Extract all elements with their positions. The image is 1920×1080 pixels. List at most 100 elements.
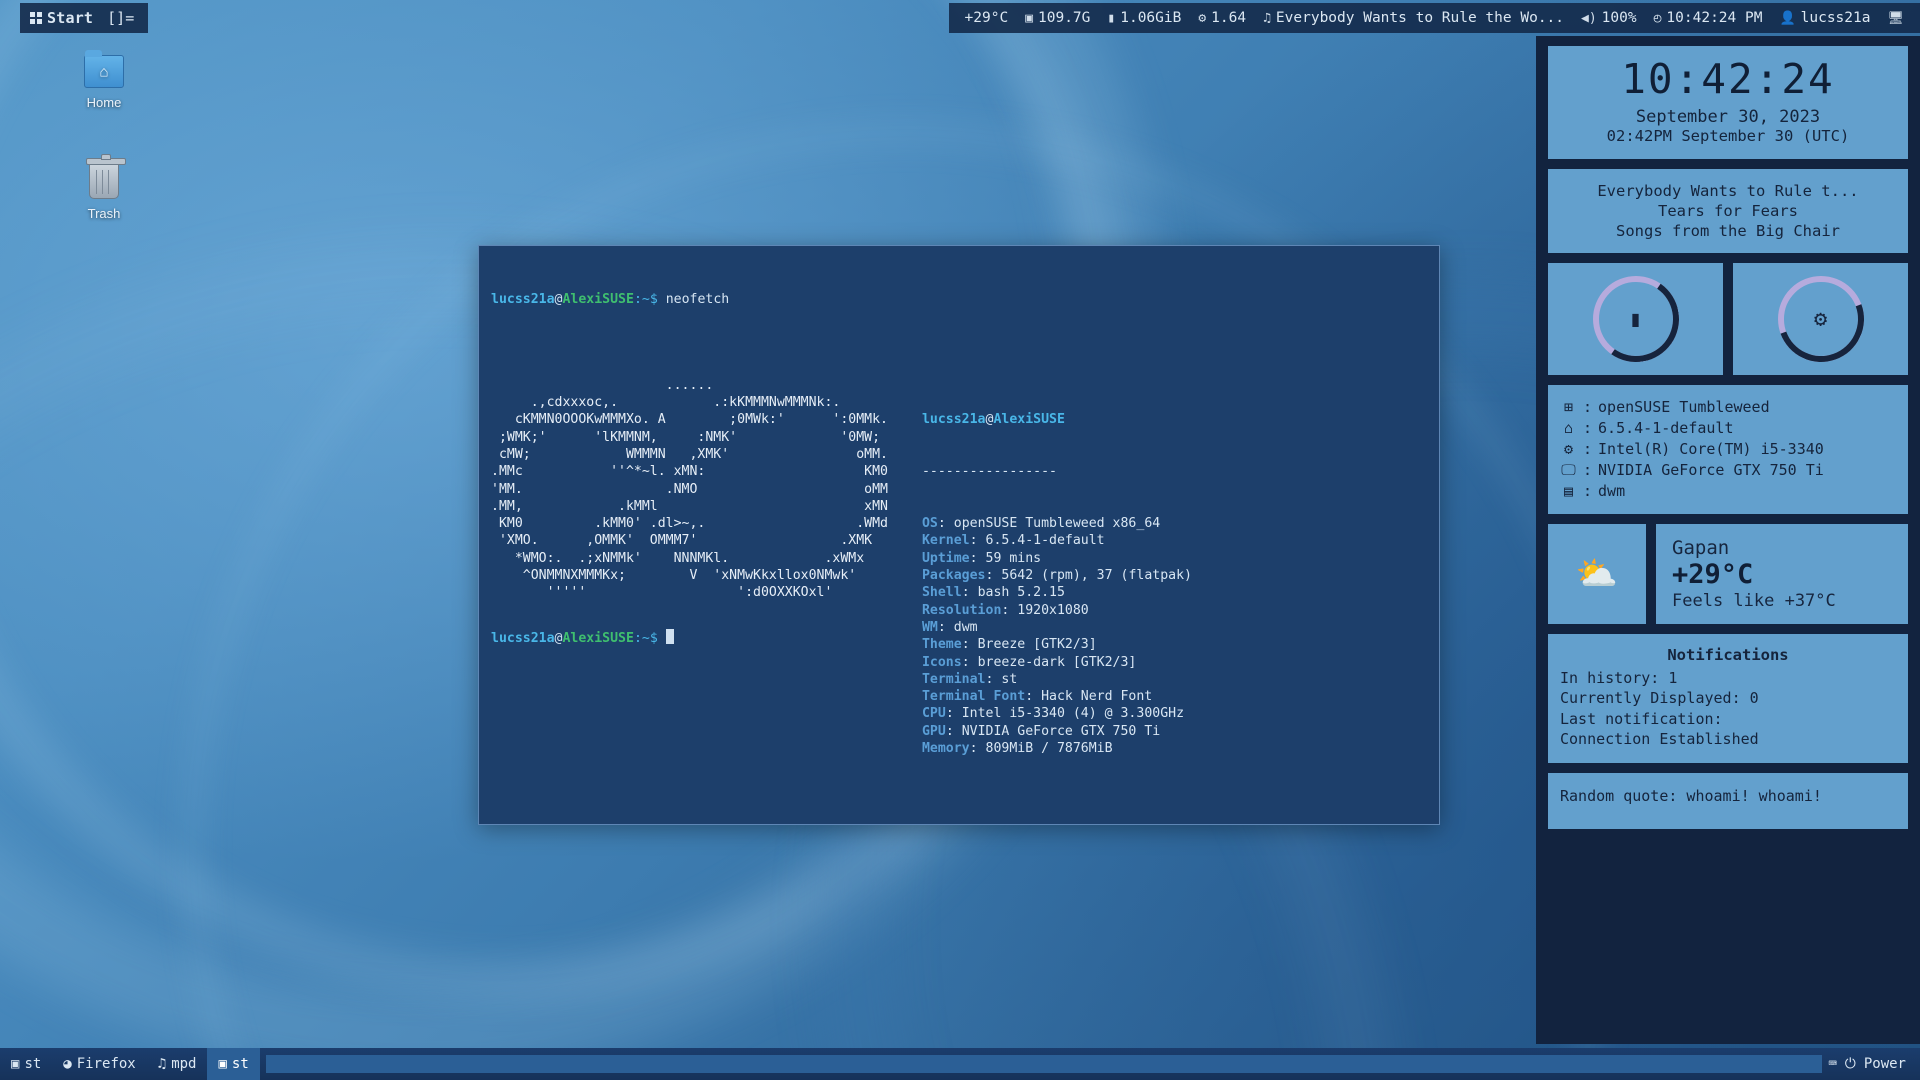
neofetch-row-sep: : <box>969 741 986 757</box>
power-button[interactable]: ⌨ ⏻ Power <box>1828 1056 1920 1072</box>
status-user[interactable]: 👤 lucss21a <box>1779 10 1870 26</box>
notifications-in-history: In history: 1 <box>1560 668 1678 687</box>
neofetch-row-sep: : <box>961 585 978 601</box>
gpu-icon: 🖵 <box>1561 461 1576 480</box>
music-album: Songs from the Big Chair <box>1616 222 1840 241</box>
taskbar-st-active[interactable]: ▣ st <box>207 1048 260 1080</box>
music-note-icon: ♫ <box>157 1056 167 1072</box>
desktop-icon-trash[interactable]: Trash <box>58 154 150 221</box>
status-music[interactable]: ♫ Everybody Wants to Rule the Wo... <box>1263 10 1564 26</box>
tray-icon: ⌨ <box>1828 1056 1837 1072</box>
taskbar-mpd[interactable]: ♫ mpd <box>147 1048 208 1080</box>
quote-text: Random quote: whoami! whoami! <box>1560 786 1822 805</box>
cpu-icon: ⚙ <box>1813 306 1828 332</box>
neofetch-row: Memory: 809MiB / 7876MiB <box>922 740 1192 757</box>
taskbar-mpd-label: mpd <box>171 1056 197 1072</box>
bottom-taskbar: ▣ st ◕ Firefox ♫ mpd ▣ st ⌨ ⏻ Power <box>0 1048 1920 1080</box>
status-cpu-label: 1.64 <box>1211 10 1247 26</box>
system-info-sep: : <box>1583 440 1593 459</box>
start-grid-icon <box>30 12 42 24</box>
status-memory[interactable]: ▮ 1.06GiB <box>1107 10 1181 26</box>
neofetch-output: ...... .,cdxxxoc,. .:kKMMMNwMMMNk:. cKMM… <box>491 377 1427 824</box>
memory-gauge: ▮ <box>1548 263 1723 376</box>
neofetch-row-sep: : <box>1001 602 1018 618</box>
tag-indicator[interactable]: []= <box>107 9 134 27</box>
neofetch-row-sep: : <box>969 533 986 549</box>
neofetch-row-value: openSUSE Tumbleweed x86_64 <box>953 516 1161 532</box>
power-label: Power <box>1863 1056 1906 1072</box>
neofetch-row-value: bash 5.2.15 <box>977 585 1065 601</box>
system-info-row: ⚙: Intel(R) Core(TM) i5-3340 <box>1560 439 1896 460</box>
neofetch-row-value: 6.5.4-1-default <box>985 533 1105 549</box>
neofetch-row-value: Breeze [GTK2/3] <box>977 637 1097 653</box>
sun-behind-cloud-icon: ⛅ <box>1548 524 1646 625</box>
neofetch-row-sep: : <box>961 637 978 653</box>
status-user-label: lucss21a <box>1800 10 1871 26</box>
neofetch-info-column: lucss21a@AlexiSUSE ----------------- OS:… <box>922 377 1192 824</box>
notifications-last-value: Connection Established <box>1560 730 1759 749</box>
system-info-row: ▤: dwm <box>1560 481 1896 502</box>
neofetch-title: lucss21a@AlexiSUSE <box>922 411 1192 428</box>
prompt2-path: :~$ <box>633 631 658 646</box>
status-temperature[interactable]: +29°C <box>965 10 1009 26</box>
volume-icon: ◀) <box>1581 10 1597 26</box>
taskbar-st[interactable]: ▣ st <box>0 1048 52 1080</box>
start-button[interactable]: Start <box>30 9 93 27</box>
clock-utc: 02:42PM September 30 (UTC) <box>1606 127 1850 146</box>
gauges-panel: ▮ ⚙ <box>1548 261 1908 377</box>
status-volume[interactable]: ◀) 100% <box>1581 10 1637 26</box>
neofetch-row-value: 1920x1080 <box>1017 602 1089 618</box>
neofetch-row-key: Terminal <box>921 671 986 687</box>
status-temperature-label: +29°C <box>964 10 1009 26</box>
display-icon: 🖥 <box>1887 10 1904 26</box>
desktop-icon-home[interactable]: ⌂ Home <box>58 50 150 110</box>
neofetch-row-key: Theme <box>921 637 962 653</box>
neofetch-row-sep: : <box>961 654 978 670</box>
firefox-icon: ◕ <box>63 1056 72 1072</box>
status-display[interactable]: 🖥 <box>1887 11 1904 26</box>
cpu-gauge: ⚙ <box>1733 261 1908 377</box>
weather-text: Gapan +29°C Feels like +37°C <box>1656 524 1908 625</box>
status-disk[interactable]: ▣ 109.7G <box>1025 10 1090 26</box>
neofetch-row-value: st <box>1001 671 1018 687</box>
system-info-value: dwm <box>1598 482 1626 501</box>
trash-icon <box>86 154 126 199</box>
neofetch-row-value: Intel i5-3340 (4) @ 3.300GHz <box>961 706 1185 722</box>
wm-icon: ▤ <box>1563 482 1574 501</box>
cpu-icon: ⚙ <box>1198 10 1207 26</box>
neofetch-row-value: breeze-dark [GTK2/3] <box>977 654 1137 670</box>
status-clock-label: 10:42:24 PM <box>1666 10 1763 26</box>
neofetch-row-key: Uptime <box>921 550 970 566</box>
music-artist: Tears for Fears <box>1658 202 1798 221</box>
neofetch-row-key: WM <box>921 619 938 635</box>
neofetch-row: Kernel: 6.5.4-1-default <box>922 532 1192 549</box>
taskbar-firefox[interactable]: ◕ Firefox <box>52 1048 146 1080</box>
music-note-icon: ♫ <box>1263 10 1271 26</box>
status-volume-label: 100% <box>1601 10 1637 26</box>
home-icon: ⌂ <box>84 50 124 88</box>
weather-temperature: +29°C <box>1672 559 1754 591</box>
status-disk-label: 109.7G <box>1038 10 1091 26</box>
neofetch-row-value: NVIDIA GeForce GTX 750 Ti <box>961 723 1161 739</box>
neofetch-row-sep: : <box>937 619 954 635</box>
neofetch-row: Terminal: st <box>922 671 1192 688</box>
neofetch-row-key: Terminal Font <box>921 689 1026 705</box>
music-panel: Everybody Wants to Rule t... Tears for F… <box>1548 169 1908 254</box>
neofetch-row-value: Hack Nerd Font <box>1041 689 1153 705</box>
system-info-row: ⊞: openSUSE Tumbleweed <box>1560 397 1896 418</box>
desktop-icon-trash-label: Trash <box>87 206 121 221</box>
notifications-last-label: Last notification: <box>1560 709 1723 728</box>
neofetch-row-value: 809MiB / 7876MiB <box>985 741 1113 757</box>
status-clock[interactable]: ◴ 10:42:24 PM <box>1654 10 1763 26</box>
topbar-left-group: Start []= <box>20 3 149 33</box>
top-status-bar: Start []= +29°C ▣ 109.7G ▮ 1.06GiB ⚙ 1.6… <box>0 0 1920 36</box>
terminal-window[interactable]: lucss21a@AlexiSUSE:~$ neofetch ...... .,… <box>478 245 1440 825</box>
neofetch-info-rows: OS: openSUSE Tumbleweed x86_64 Kernel: 6.… <box>922 515 1192 757</box>
status-cpu[interactable]: ⚙ 1.64 <box>1198 10 1246 26</box>
terminal-icon-active: ▣ <box>218 1056 227 1072</box>
neofetch-row-key: Packages <box>921 568 986 584</box>
notifications-heading: Notifications <box>1667 646 1789 665</box>
quote-panel: Random quote: whoami! whoami! <box>1548 772 1908 829</box>
weather-city: Gapan <box>1672 537 1730 560</box>
os-icon: ⊞ <box>1563 398 1574 417</box>
